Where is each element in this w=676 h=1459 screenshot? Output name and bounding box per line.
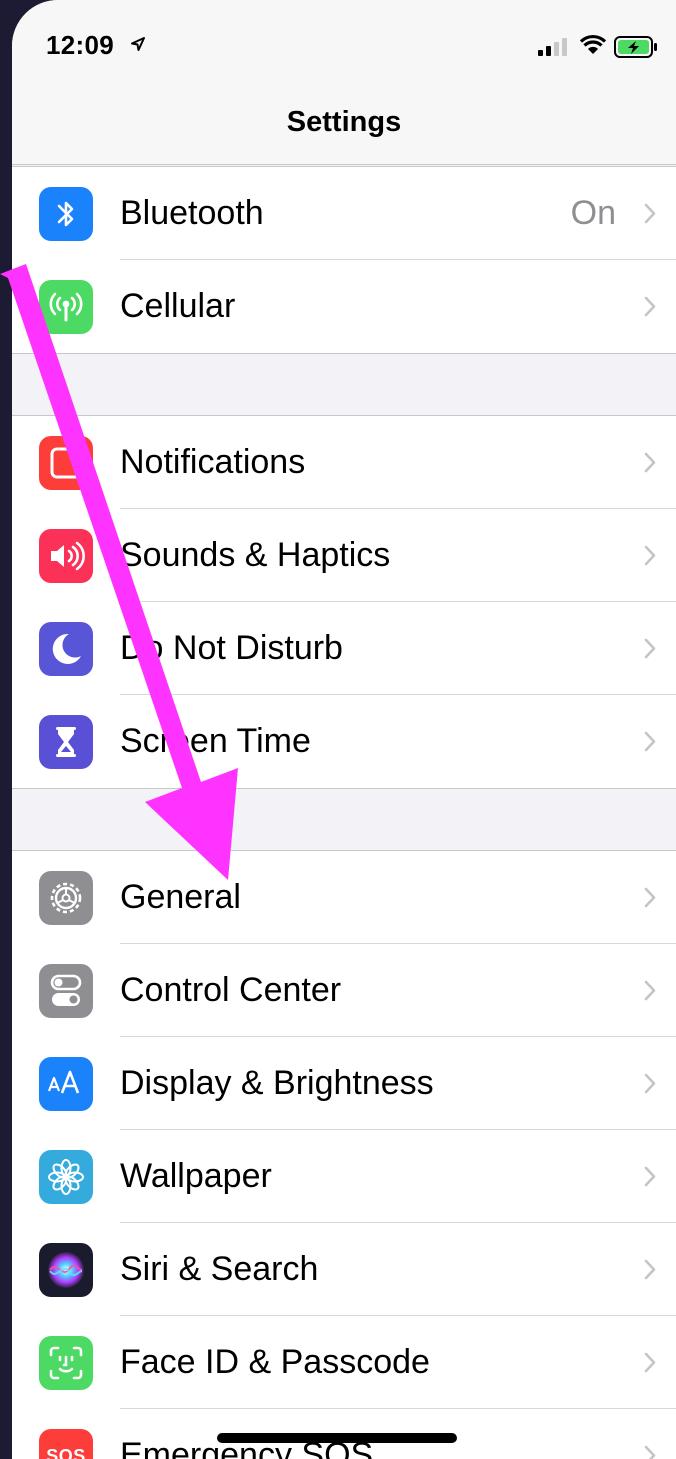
- row-label: Display & Brightness: [120, 1064, 434, 1102]
- row-label: General: [120, 878, 241, 916]
- row-face-id-passcode[interactable]: Face ID & Passcode: [12, 1316, 676, 1409]
- row-bluetooth[interactable]: Bluetooth On: [12, 167, 676, 260]
- notifications-icon: [39, 436, 93, 490]
- chevron-right-icon: [644, 296, 656, 317]
- row-label: Control Center: [120, 971, 342, 1009]
- row-label: Screen Time: [120, 722, 311, 760]
- chevron-right-icon: [644, 638, 656, 659]
- chevron-right-icon: [644, 1259, 656, 1280]
- face-id-icon: [39, 1336, 93, 1390]
- battery-charging-icon: [614, 36, 657, 58]
- hourglass-icon: [39, 715, 93, 769]
- row-cellular[interactable]: Cellular: [12, 260, 676, 353]
- chevron-right-icon: [644, 203, 656, 224]
- row-general[interactable]: General: [12, 851, 676, 944]
- status-time: 12:09: [46, 30, 114, 60]
- home-indicator[interactable]: [217, 1433, 457, 1443]
- row-label: Wallpaper: [120, 1157, 272, 1195]
- chevron-right-icon: [644, 1445, 656, 1459]
- row-label: Face ID & Passcode: [120, 1343, 430, 1381]
- status-bar: 12:09: [12, 0, 676, 90]
- moon-icon: [39, 622, 93, 676]
- row-label: Sounds & Haptics: [120, 536, 391, 574]
- row-control-center[interactable]: Control Center: [12, 944, 676, 1037]
- phone-screen: 12:09 Settings Bluetooth On Cellular Not…: [12, 0, 676, 1459]
- row-do-not-disturb[interactable]: Do Not Disturb: [12, 602, 676, 695]
- gear-icon: [39, 871, 93, 925]
- row-wallpaper[interactable]: Wallpaper: [12, 1130, 676, 1223]
- row-siri-search[interactable]: Siri & Search: [12, 1223, 676, 1316]
- row-label: Notifications: [120, 443, 306, 481]
- chevron-right-icon: [644, 887, 656, 908]
- text-size-icon: [39, 1057, 93, 1111]
- cellular-icon: [39, 280, 93, 334]
- cellular-signal-icon: [538, 38, 567, 56]
- sos-icon-text: SOS: [46, 1446, 86, 1459]
- bluetooth-status-value: On: [570, 194, 616, 232]
- bluetooth-icon: [39, 187, 93, 241]
- sos-icon: SOS: [39, 1429, 93, 1459]
- siri-icon: [39, 1243, 93, 1297]
- chevron-right-icon: [644, 1166, 656, 1187]
- row-label: Cellular: [120, 287, 236, 325]
- chevron-right-icon: [644, 545, 656, 566]
- chevron-right-icon: [644, 1352, 656, 1373]
- row-sounds-haptics[interactable]: Sounds & Haptics: [12, 509, 676, 602]
- speaker-icon: [39, 529, 93, 583]
- row-screen-time[interactable]: Screen Time: [12, 695, 676, 788]
- row-label: Bluetooth: [120, 194, 264, 232]
- chevron-right-icon: [644, 731, 656, 752]
- page-title: Settings: [286, 106, 402, 138]
- chevron-right-icon: [644, 1073, 656, 1094]
- location-arrow-icon: [131, 37, 145, 51]
- flower-icon: [39, 1150, 93, 1204]
- row-label: Do Not Disturb: [120, 629, 343, 667]
- toggles-icon: [39, 964, 93, 1018]
- wifi-icon: [580, 34, 606, 54]
- row-label: Siri & Search: [120, 1250, 319, 1288]
- chevron-right-icon: [644, 452, 656, 473]
- row-display-brightness[interactable]: Display & Brightness: [12, 1037, 676, 1130]
- chevron-right-icon: [644, 980, 656, 1001]
- row-notifications[interactable]: Notifications: [12, 416, 676, 509]
